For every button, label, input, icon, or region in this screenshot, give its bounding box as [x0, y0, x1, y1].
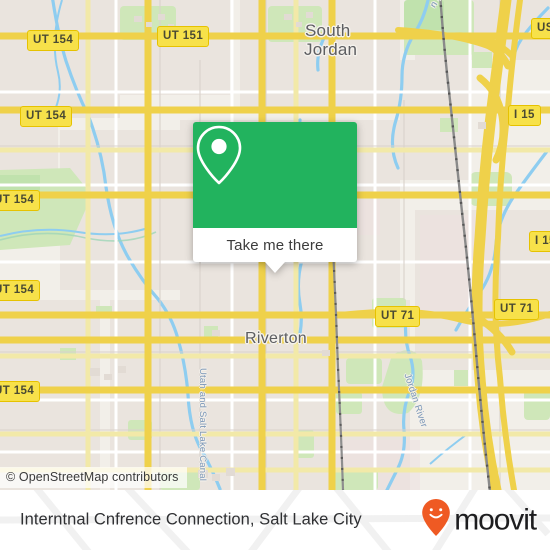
moovit-brand[interactable]: moovit — [420, 498, 537, 543]
popup-header — [193, 122, 357, 228]
popup-footer[interactable]: Take me there — [193, 228, 357, 262]
moovit-wordmark: moovit — [454, 503, 537, 536]
popup-pointer-tail — [265, 262, 285, 273]
location-title: Interntnal Cnfrence Connection, Salt Lak… — [20, 510, 362, 529]
moovit-smiley-pin-icon — [420, 498, 452, 543]
take-me-there-label: Take me there — [226, 236, 324, 254]
map-screenshot: South Jordan Riverton Utah and Salt Lake… — [0, 0, 550, 550]
footer-bar: Interntnal Cnfrence Connection, Salt Lak… — [0, 490, 550, 550]
osm-attribution[interactable]: © OpenStreetMap contributors — [0, 467, 187, 488]
map-canvas[interactable]: South Jordan Riverton Utah and Salt Lake… — [0, 0, 550, 490]
location-popup-card[interactable]: Take me there — [193, 122, 357, 273]
